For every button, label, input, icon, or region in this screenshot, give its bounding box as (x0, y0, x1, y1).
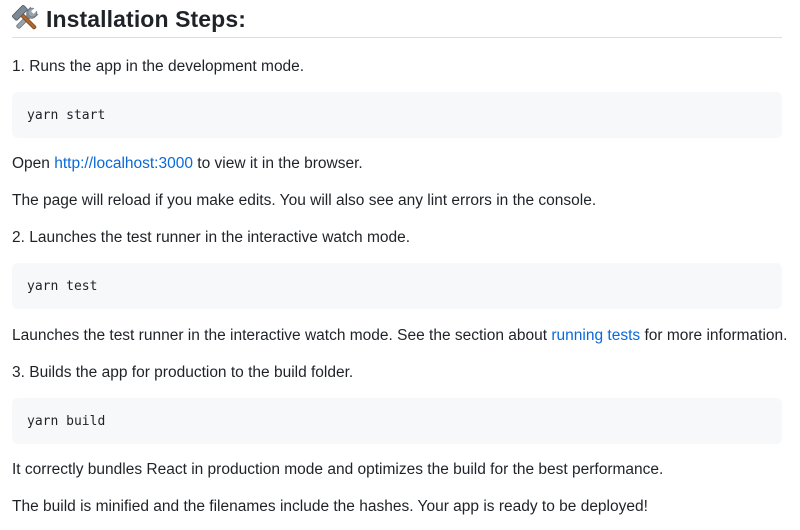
open-suffix: to view it in the browser. (192, 155, 363, 172)
code-block-yarn-test[interactable]: yarn test (12, 263, 782, 309)
hammer-and-wrench-icon (12, 4, 39, 29)
running-tests-link[interactable]: running tests (551, 327, 640, 344)
step-2-label: 2. Launches the test runner in the inter… (12, 229, 411, 246)
localhost-link[interactable]: http://localhost:3000 (54, 155, 193, 172)
step-3-label: 3. Builds the app for production to the … (12, 364, 354, 381)
test-desc-prefix: Launches the test runner in the interact… (12, 327, 552, 344)
section-title: Installation Steps: (46, 5, 246, 32)
code-command: yarn start (27, 107, 106, 123)
code-block-yarn-build[interactable]: yarn build (12, 398, 782, 444)
reload-note: The page will reload if you make edits. … (12, 192, 597, 209)
step-1-label: 1. Runs the app in the development mode. (12, 58, 305, 75)
open-browser-text: Open http://localhost:3000 to view it in… (12, 153, 363, 175)
test-desc-suffix: for more information. (640, 327, 788, 344)
bundle-note: It correctly bundles React in production… (12, 461, 664, 478)
test-runner-text: Launches the test runner in the interact… (12, 325, 787, 347)
code-block-yarn-start[interactable]: yarn start (12, 92, 782, 138)
open-prefix: Open (12, 155, 55, 172)
code-command: yarn build (27, 413, 106, 429)
readme-section: Installation Steps: 1. Runs the app in t… (0, 0, 800, 530)
code-command: yarn test (27, 278, 98, 294)
minify-note: The build is minified and the filenames … (12, 498, 648, 515)
section-heading: Installation Steps: (12, 0, 782, 38)
